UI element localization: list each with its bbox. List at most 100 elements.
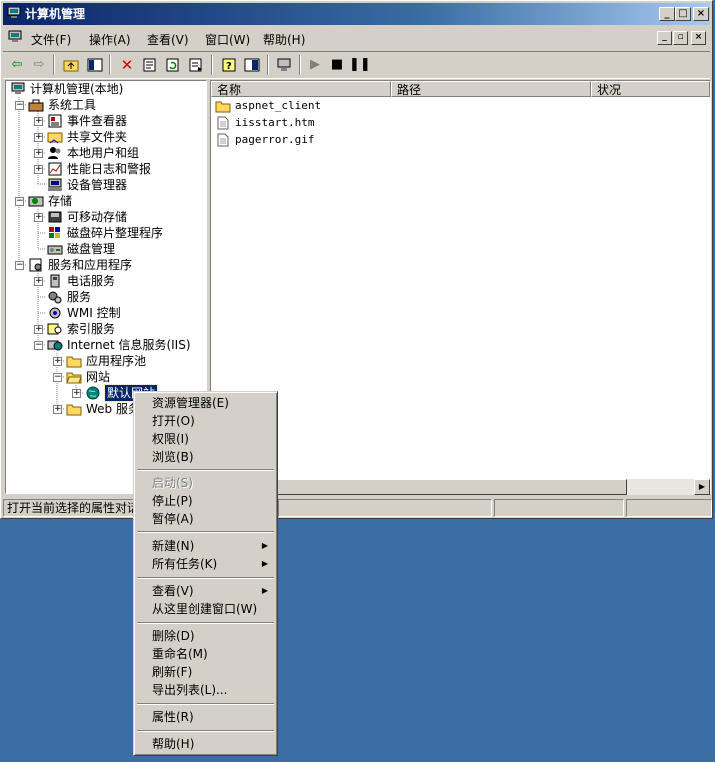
connect-computer-icon[interactable] bbox=[274, 55, 294, 75]
svg-text:?: ? bbox=[226, 61, 232, 72]
menu-item-help[interactable]: 帮助(H) bbox=[137, 735, 274, 753]
menu-file[interactable]: 文件(F) bbox=[31, 31, 71, 48]
help-icon[interactable]: ? bbox=[219, 55, 239, 75]
status-panel bbox=[494, 499, 624, 517]
computer-management-icon bbox=[7, 7, 21, 18]
defrag-icon bbox=[49, 227, 60, 238]
open-folder-icon bbox=[66, 372, 82, 384]
toolbar: ⇦ ⇨ ✕ ? ▶ ■ ❚❚ bbox=[3, 51, 710, 79]
disk-management-icon bbox=[47, 245, 63, 255]
column-header-status[interactable]: 状况 bbox=[591, 81, 710, 97]
toolbar-separator bbox=[53, 55, 55, 75]
column-header-path[interactable]: 路径 bbox=[391, 81, 591, 97]
menu-item-pause[interactable]: 暂停(A) bbox=[137, 510, 274, 528]
close-button[interactable]: × bbox=[693, 7, 709, 21]
menu-item-browse[interactable]: 浏览(B) bbox=[137, 448, 274, 466]
expand-toggle[interactable]: + bbox=[72, 389, 81, 398]
menu-bar: 文件(F) 操作(A) 查看(V) 窗口(W) 帮助(H) _ ▫ × bbox=[3, 27, 710, 49]
menu-item-refresh[interactable]: 刷新(F) bbox=[137, 663, 274, 681]
column-header-name[interactable]: 名称 bbox=[211, 81, 391, 97]
minimize-button[interactable]: _ bbox=[659, 7, 675, 21]
document-icon bbox=[217, 116, 229, 130]
scroll-thumb[interactable] bbox=[227, 479, 627, 495]
menu-item-start[interactable]: 启动(S) bbox=[137, 474, 274, 492]
expand-toggle[interactable]: + bbox=[53, 405, 62, 414]
console-tree-icon[interactable] bbox=[242, 55, 262, 75]
start-icon[interactable]: ▶ bbox=[305, 55, 325, 75]
status-bar: 打开当前选择的属性对话框。 bbox=[3, 498, 712, 518]
back-arrow-icon[interactable]: ⇦ bbox=[7, 55, 27, 75]
toolbar-separator bbox=[109, 55, 111, 75]
performance-icon bbox=[48, 162, 62, 176]
collapse-toggle[interactable]: − bbox=[15, 197, 24, 206]
menu-item-rename[interactable]: 重命名(M) bbox=[137, 645, 274, 663]
scroll-right-icon[interactable]: ▶ bbox=[694, 479, 710, 495]
result-list[interactable]: 名称 路径 状况 aspnet_client iisstart.htm page… bbox=[210, 80, 711, 494]
gears-icon bbox=[48, 291, 62, 304]
removable-storage-icon bbox=[48, 211, 62, 223]
pause-icon[interactable]: ❚❚ bbox=[349, 55, 371, 75]
delete-icon[interactable]: ✕ bbox=[117, 55, 137, 75]
mdi-restore-button[interactable]: ▫ bbox=[673, 31, 688, 45]
mdi-close-button[interactable]: × bbox=[691, 31, 706, 45]
context-menu: 资源管理器(E) 打开(O) 权限(I) 浏览(B) 启动(S) 停止(P) 暂… bbox=[133, 391, 278, 756]
menu-separator bbox=[137, 730, 274, 732]
expand-toggle[interactable]: + bbox=[34, 149, 43, 158]
maximize-button[interactable]: □ bbox=[675, 7, 691, 21]
menu-item-all-tasks[interactable]: 所有任务(K) ▶ bbox=[137, 555, 274, 573]
collapse-toggle[interactable]: − bbox=[15, 101, 24, 110]
refresh-icon[interactable] bbox=[163, 55, 183, 75]
status-panel bbox=[278, 499, 492, 517]
folder-icon bbox=[215, 101, 231, 113]
services-applications-icon bbox=[29, 258, 42, 272]
menu-item-explore[interactable]: 资源管理器(E) bbox=[137, 394, 274, 412]
shared-folder-icon bbox=[47, 132, 63, 144]
properties-icon[interactable] bbox=[140, 55, 160, 75]
device-manager-icon bbox=[48, 178, 62, 191]
indexing-icon bbox=[47, 323, 62, 335]
menu-item-open[interactable]: 打开(O) bbox=[137, 412, 274, 430]
toolbar-separator bbox=[267, 55, 269, 75]
submenu-arrow-icon: ▶ bbox=[261, 586, 268, 595]
expand-toggle[interactable]: + bbox=[34, 165, 43, 174]
collapse-toggle[interactable]: − bbox=[15, 261, 24, 270]
expand-toggle[interactable]: + bbox=[34, 213, 43, 222]
menu-separator bbox=[137, 531, 274, 533]
show-hide-tree-icon[interactable] bbox=[85, 55, 105, 75]
stop-icon[interactable]: ■ bbox=[327, 55, 347, 75]
event-viewer-icon bbox=[48, 114, 62, 128]
submenu-arrow-icon: ▶ bbox=[261, 559, 268, 568]
menu-item-new-window[interactable]: 从这里创建窗口(W) bbox=[137, 600, 274, 618]
expand-toggle[interactable]: + bbox=[34, 117, 43, 126]
menu-action[interactable]: 操作(A) bbox=[89, 31, 131, 48]
expand-toggle[interactable]: + bbox=[34, 277, 43, 286]
menu-separator bbox=[137, 622, 274, 624]
collapse-toggle[interactable]: − bbox=[34, 341, 43, 350]
expand-toggle[interactable]: + bbox=[34, 133, 43, 142]
menu-item-new[interactable]: 新建(N) ▶ bbox=[137, 537, 274, 555]
export-list-icon[interactable] bbox=[186, 55, 206, 75]
menu-item-view[interactable]: 查看(V) ▶ bbox=[137, 582, 274, 600]
menu-item-stop[interactable]: 停止(P) bbox=[137, 492, 274, 510]
expand-toggle[interactable]: + bbox=[53, 357, 62, 366]
menu-separator bbox=[137, 577, 274, 579]
collapse-toggle[interactable]: − bbox=[53, 373, 62, 382]
folder-icon bbox=[66, 404, 82, 416]
menu-help[interactable]: 帮助(H) bbox=[263, 31, 305, 48]
menu-view[interactable]: 查看(V) bbox=[147, 31, 189, 48]
telephony-icon bbox=[50, 274, 60, 288]
menu-item-export-list[interactable]: 导出列表(L)... bbox=[137, 681, 274, 699]
menu-item-permissions[interactable]: 权限(I) bbox=[137, 430, 274, 448]
menu-item-properties[interactable]: 属性(R) bbox=[137, 708, 274, 726]
horizontal-scrollbar[interactable]: ◀ ▶ bbox=[211, 479, 710, 495]
menu-window[interactable]: 窗口(W) bbox=[205, 31, 250, 48]
up-folder-icon[interactable] bbox=[61, 55, 81, 75]
mdi-minimize-button[interactable]: _ bbox=[657, 31, 672, 45]
expand-toggle[interactable]: + bbox=[34, 325, 43, 334]
iis-icon bbox=[47, 340, 63, 351]
menu-separator bbox=[137, 469, 274, 471]
title-bar[interactable]: 计算机管理 _ □ × bbox=[3, 3, 710, 25]
forward-arrow-icon[interactable]: ⇨ bbox=[29, 55, 49, 75]
submenu-arrow-icon: ▶ bbox=[261, 541, 268, 550]
menu-item-delete[interactable]: 删除(D) bbox=[137, 627, 274, 645]
